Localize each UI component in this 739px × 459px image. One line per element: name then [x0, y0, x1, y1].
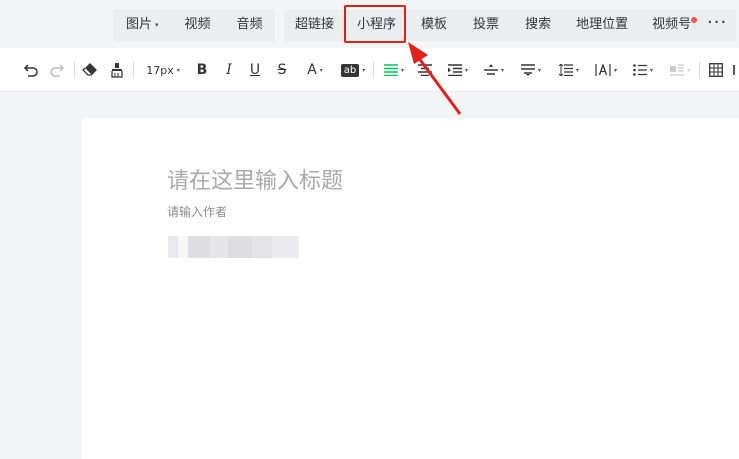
- toolbar-divider: [699, 62, 700, 78]
- insert-audio-label: 音频: [236, 17, 263, 32]
- insert-channels-button[interactable]: 视频号: [640, 9, 703, 41]
- hyperlink-label: 超链接: [295, 17, 335, 32]
- insert-location-button[interactable]: 地理位置: [564, 9, 640, 41]
- chevron-down-icon: ▾: [362, 66, 366, 74]
- indent-button[interactable]: ▾: [444, 59, 472, 81]
- template-label: 模板: [421, 17, 448, 32]
- chevron-down-icon: ▾: [176, 66, 180, 74]
- insert-search-button[interactable]: 搜索: [512, 9, 564, 41]
- redacted-content: [168, 236, 299, 258]
- insert-hyperlink-button[interactable]: 超链接: [284, 9, 345, 41]
- chevron-down-icon: ▾: [649, 66, 653, 74]
- chevron-down-icon: ▾: [155, 21, 159, 29]
- chevron-down-icon: ▾: [464, 66, 468, 74]
- insert-group: 超链接 小程序 模板 投票 搜索 地理位置 视频号: [284, 9, 736, 41]
- undo-icon[interactable]: [20, 59, 42, 81]
- insert-image-label: 图片: [126, 17, 153, 32]
- redo-icon[interactable]: [46, 59, 68, 81]
- font-size-select[interactable]: 17px ▾: [141, 59, 185, 81]
- chevron-down-icon: ▾: [400, 66, 404, 74]
- align-left-icon: [383, 64, 398, 76]
- toolbar-divider: [133, 62, 134, 78]
- vote-label: 投票: [473, 17, 500, 32]
- chevron-down-icon: ▾: [537, 66, 541, 74]
- location-label: 地理位置: [576, 17, 629, 32]
- insert-table-icon[interactable]: [706, 59, 726, 81]
- background-color-button[interactable]: ab ▾: [337, 59, 369, 81]
- article-author-input[interactable]: 请输入作者: [167, 203, 227, 220]
- background-color-label: ab: [340, 63, 360, 77]
- chevron-down-icon: ▾: [613, 66, 617, 74]
- letter-spacing-icon: [595, 64, 611, 76]
- insert-video-label: 视频: [184, 17, 211, 32]
- line-height-button[interactable]: ▾: [555, 59, 583, 81]
- align-center-icon: [418, 64, 432, 76]
- strikethrough-button[interactable]: S: [272, 59, 292, 81]
- bullet-list-button[interactable]: ▾: [629, 59, 657, 81]
- channels-label: 视频号: [652, 17, 692, 32]
- chevron-down-icon: ▾: [575, 66, 579, 74]
- insert-toolbar: 图片 ▾ 视频 音频 超链接 小程序 模板 投票 搜索 地理位置 视频号 ···: [0, 0, 739, 48]
- article-title-input[interactable]: 请在这里输入标题: [167, 163, 343, 195]
- chevron-down-icon: ▾: [500, 66, 504, 74]
- search-label: 搜索: [525, 17, 552, 32]
- align-left-button[interactable]: ▾: [380, 59, 408, 81]
- new-badge-dot: [691, 17, 698, 23]
- font-size-value: 17px: [146, 63, 174, 77]
- paragraph-spacing-button[interactable]: ▾: [517, 59, 545, 81]
- letter-spacing-button[interactable]: ▾: [592, 59, 620, 81]
- clear-format-icon[interactable]: [79, 59, 101, 81]
- indent-icon: [447, 64, 462, 76]
- insert-audio-button[interactable]: 音频: [224, 9, 275, 41]
- insert-image-button[interactable]: 图片 ▾: [113, 9, 172, 41]
- spacing-after-icon: [520, 64, 535, 76]
- format-toolbar: 17px ▾ B I U S A ▾ ab ▾ ▾ ▾ ▾ ▾ ▾ ▾ ▾ ▾: [0, 48, 739, 92]
- bullet-list-icon: [633, 64, 647, 76]
- toolbar-divider: [373, 62, 374, 78]
- vertical-spacing-button[interactable]: ▾: [480, 59, 508, 81]
- insert-template-button[interactable]: 模板: [408, 9, 460, 41]
- underline-button[interactable]: U: [245, 59, 265, 81]
- chevron-down-icon: ▾: [686, 66, 690, 74]
- float-image-button[interactable]: ▾: [666, 59, 694, 81]
- more-options-icon[interactable]: ···: [707, 9, 727, 41]
- italic-button[interactable]: I: [219, 59, 239, 81]
- toolbar-overflow-icon[interactable]: [731, 59, 739, 81]
- editor-page: 请在这里输入标题 请输入作者: [82, 118, 739, 459]
- insert-vote-button[interactable]: 投票: [460, 9, 512, 41]
- miniprogram-label: 小程序: [357, 17, 397, 32]
- line-height-icon: [558, 64, 573, 76]
- align-center-button[interactable]: [416, 59, 434, 81]
- paragraph-spacing-icon: [483, 64, 498, 75]
- image-float-icon: [669, 64, 684, 76]
- insert-miniprogram-button[interactable]: 小程序: [345, 9, 408, 41]
- font-color-button[interactable]: A ▾: [300, 59, 330, 81]
- format-painter-icon[interactable]: [106, 59, 128, 81]
- toolbar-divider: [74, 62, 75, 78]
- bold-button[interactable]: B: [192, 59, 212, 81]
- insert-video-button[interactable]: 视频: [172, 9, 224, 41]
- chevron-down-icon: ▾: [319, 66, 323, 74]
- media-group: 图片 ▾ 视频 音频: [113, 9, 275, 41]
- font-color-label: A: [307, 62, 317, 78]
